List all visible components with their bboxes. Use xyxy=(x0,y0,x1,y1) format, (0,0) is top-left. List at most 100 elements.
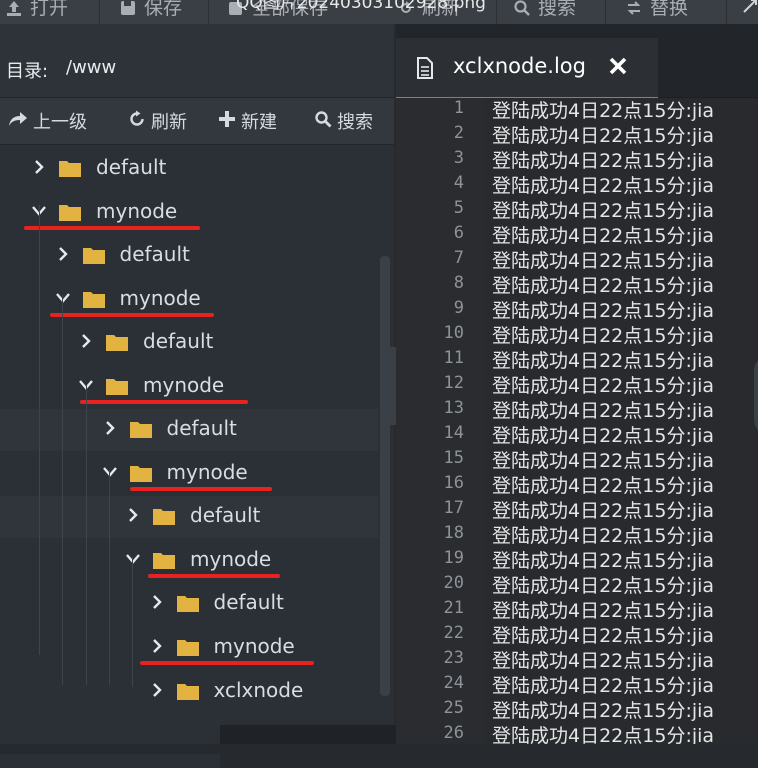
tree-item-default[interactable]: default xyxy=(0,583,378,625)
top-toolbar: 打开 保存 全部保存 刷新 搜索 替换 QQ图片20240303102928.p… xyxy=(0,0,758,25)
line-number: 11 xyxy=(443,348,464,368)
explorer-action-bar: 上一级 刷新 新建 搜索 xyxy=(0,98,394,145)
search-icon xyxy=(512,0,532,18)
explorer-footer xyxy=(0,754,220,768)
folder-icon xyxy=(58,203,82,222)
explorer-search-label: 搜索 xyxy=(337,112,373,133)
file-icon xyxy=(416,57,434,83)
save-label: 保存 xyxy=(144,0,183,19)
tree-item-label: default xyxy=(213,590,284,614)
line-number: 8 xyxy=(453,273,464,293)
explorer-refresh-button[interactable]: 刷新 xyxy=(128,109,187,133)
tree-item-label: default xyxy=(96,155,167,179)
line-number: 12 xyxy=(443,373,464,393)
code-area[interactable]: 登陆成功4日22点15分:jia 登陆成功4日22点15分:jia 登陆成功4日22… xyxy=(484,98,758,744)
explorer-scrollbar[interactable] xyxy=(380,256,390,696)
tab-xclxnode-log[interactable]: xclxnode.log xyxy=(396,38,658,100)
red-underline-annotation xyxy=(24,226,200,230)
chevron-down-icon[interactable] xyxy=(124,550,142,568)
indent-guide xyxy=(132,557,133,687)
chevron-right-icon[interactable] xyxy=(124,506,142,524)
line-number: 25 xyxy=(443,698,464,718)
editor-side-handle[interactable] xyxy=(754,356,758,434)
fullscreen-icon[interactable] xyxy=(740,0,758,16)
replace-button[interactable]: 替换 xyxy=(624,0,688,24)
log-line: 登陆成功4日22点15分:jia xyxy=(492,725,715,744)
tree-item-default[interactable]: default xyxy=(0,409,378,451)
log-line: 登陆成功4日22点15分:jia xyxy=(492,700,715,722)
chevron-right-icon[interactable] xyxy=(148,637,166,655)
up-level-button[interactable]: 上一级 xyxy=(8,109,87,133)
chevron-right-icon[interactable] xyxy=(30,158,48,176)
log-line: 登陆成功4日22点15分:jia xyxy=(492,200,715,222)
tree-item-default[interactable]: default xyxy=(0,496,378,538)
red-underline-annotation xyxy=(148,574,280,578)
file-explorer: 目录: /www 上一级 刷新 新建 搜索 default mynode def… xyxy=(0,24,394,768)
chevron-right-icon[interactable] xyxy=(148,593,166,611)
folder-icon xyxy=(176,638,200,657)
indent-guide xyxy=(62,295,63,685)
new-button[interactable]: 新建 xyxy=(218,109,277,133)
bottom-status-strip xyxy=(220,725,396,744)
save-button[interactable]: 保存 xyxy=(118,0,182,24)
line-number: 4 xyxy=(453,173,464,193)
search-button[interactable]: 搜索 xyxy=(512,0,576,24)
line-number: 5 xyxy=(453,198,464,218)
log-line: 登陆成功4日22点15分:jia xyxy=(492,375,715,397)
log-line: 登陆成功4日22点15分:jia xyxy=(492,150,715,172)
close-icon[interactable] xyxy=(608,56,628,80)
open-button[interactable]: 打开 xyxy=(4,0,68,24)
search-icon xyxy=(314,110,332,133)
upload-icon xyxy=(4,0,24,18)
line-number: 19 xyxy=(443,548,464,568)
directory-label: 目录: xyxy=(6,61,49,82)
tree-item-default[interactable]: default xyxy=(0,322,378,364)
tree-item-default[interactable]: default xyxy=(0,235,378,277)
log-line: 登陆成功4日22点15分:jia xyxy=(492,550,715,572)
line-number: 7 xyxy=(453,248,464,268)
tree-item-label: mynode xyxy=(143,373,225,397)
tree-item-label: mynode xyxy=(190,547,272,571)
folder-icon xyxy=(82,290,106,309)
floppy-icon xyxy=(118,0,138,18)
tree-item-xclxnode[interactable]: xclxnode xyxy=(0,671,378,713)
plus-icon xyxy=(218,110,236,133)
up-level-label: 上一级 xyxy=(33,112,87,133)
chevron-right-icon[interactable] xyxy=(54,245,72,263)
folder-icon xyxy=(176,594,200,613)
directory-path[interactable]: /www xyxy=(66,57,116,78)
folder-icon xyxy=(82,246,106,265)
log-line: 登陆成功4日22点15分:jia xyxy=(492,450,715,472)
explorer-refresh-label: 刷新 xyxy=(151,112,187,133)
folder-icon xyxy=(58,159,82,178)
line-number: 6 xyxy=(453,223,464,243)
line-number: 26 xyxy=(443,723,464,743)
chevron-right-icon[interactable] xyxy=(148,681,166,699)
editor-tab-strip: xclxnode.log xyxy=(396,24,758,100)
tree-item-label: mynode xyxy=(213,634,295,658)
log-line: 登陆成功4日22点15分:jia xyxy=(492,625,715,647)
line-number: 15 xyxy=(443,448,464,468)
open-label: 打开 xyxy=(30,0,69,19)
line-number: 13 xyxy=(443,398,464,418)
tree-item-default[interactable]: default xyxy=(0,148,378,190)
refresh-icon xyxy=(128,110,146,133)
window-title: QQ图片20240303102928.png xyxy=(236,0,486,13)
folder-icon xyxy=(129,420,153,439)
log-line: 登陆成功4日22点15分:jia xyxy=(492,125,715,147)
chevron-right-icon[interactable] xyxy=(77,332,95,350)
log-line: 登陆成功4日22点15分:jia xyxy=(492,300,715,322)
red-underline-annotation xyxy=(50,313,214,317)
chevron-right-icon[interactable] xyxy=(101,419,119,437)
explorer-search-button[interactable]: 搜索 xyxy=(314,109,373,133)
log-line: 登陆成功4日22点15分:jia xyxy=(492,275,715,297)
log-line: 登陆成功4日22点15分:jia xyxy=(492,100,715,122)
folder-icon xyxy=(152,551,176,570)
log-line: 登陆成功4日22点15分:jia xyxy=(492,500,715,522)
line-number: 17 xyxy=(443,498,464,518)
folder-icon xyxy=(105,333,129,352)
line-number: 23 xyxy=(443,648,464,668)
folder-icon xyxy=(105,377,129,396)
folder-icon xyxy=(152,507,176,526)
tree-item-label: mynode xyxy=(166,460,248,484)
